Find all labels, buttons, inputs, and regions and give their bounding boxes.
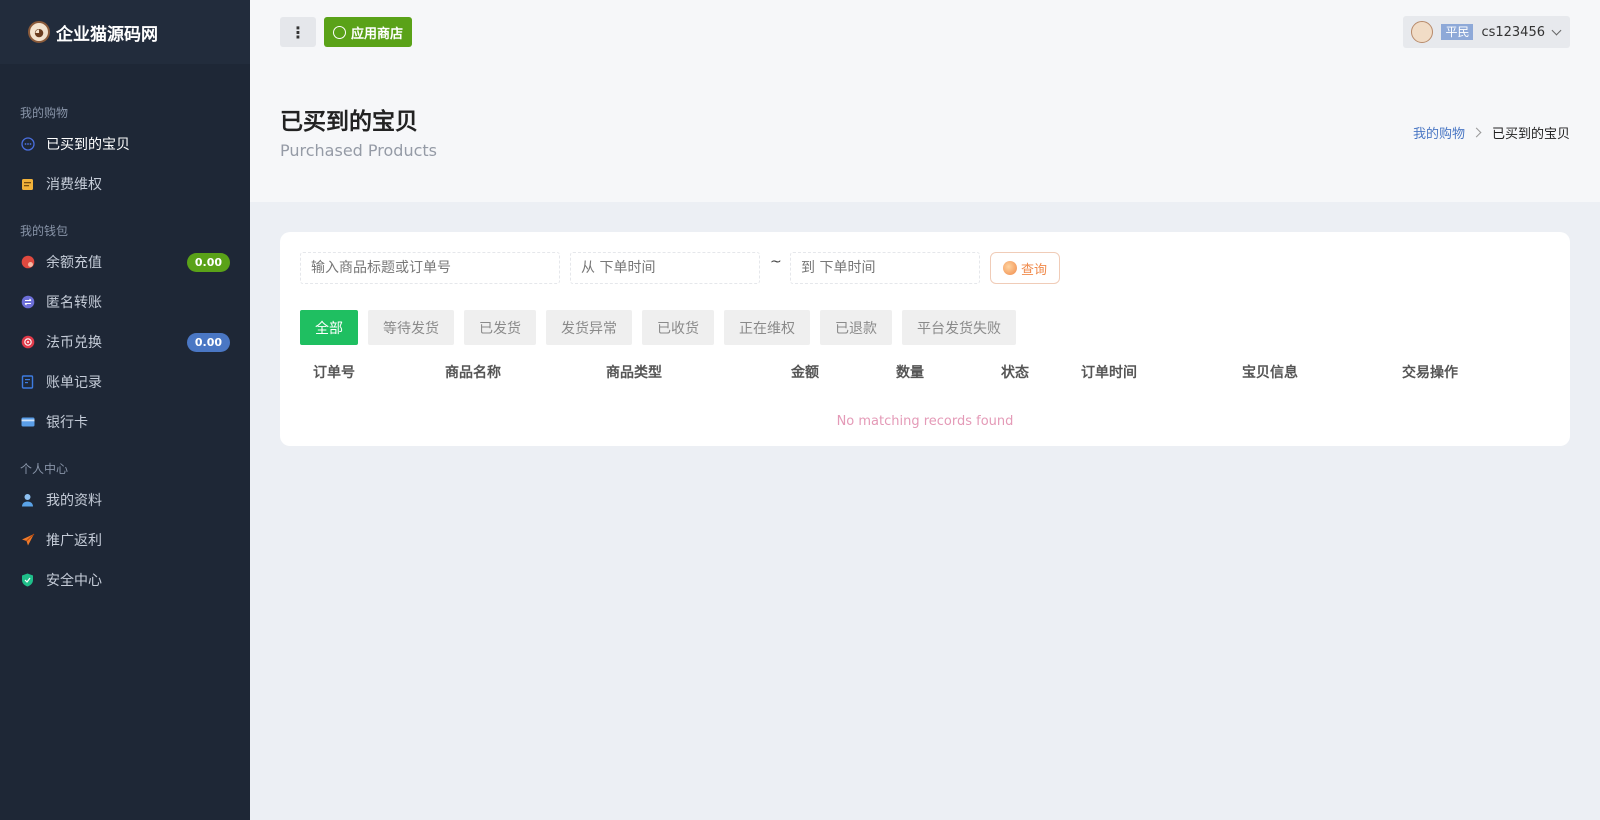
sidebar-item-label: 消费维权: [46, 177, 102, 193]
brand-name: 企业猫源码网: [56, 24, 158, 45]
nav-group-personal: 个人中心 我的资料 推广返利 安全中心: [0, 458, 250, 600]
sidebar-item-bank-card[interactable]: 银行卡: [0, 402, 250, 442]
sidebar-item-label: 已买到的宝贝: [46, 137, 130, 153]
recharge-icon: [20, 255, 35, 270]
bill-icon: [20, 375, 35, 390]
brand[interactable]: ◕ 企业猫源码网: [0, 0, 250, 64]
bank-card-icon: [20, 415, 35, 430]
username: cs123456: [1481, 24, 1545, 40]
date-range-separator: ~: [770, 254, 782, 270]
transfer-icon: [20, 295, 35, 310]
column-header[interactable]: 状态: [1001, 362, 1029, 382]
more-vertical-icon[interactable]: ⋮: [280, 17, 316, 47]
tab-received[interactable]: 已收货: [642, 310, 714, 345]
column-header[interactable]: 交易操作: [1402, 362, 1458, 382]
topbar: ⋮ 应用商店 平民 cs123456: [250, 0, 1600, 64]
page-title: 已买到的宝贝: [280, 109, 418, 135]
user-icon: [20, 493, 35, 508]
user-role-badge: 平民: [1441, 24, 1474, 40]
exchange-badge: 0.00: [186, 332, 230, 352]
sidebar-item-dispute[interactable]: 消费维权: [0, 164, 250, 204]
avatar: [1411, 21, 1434, 43]
sidebar-item-profile[interactable]: 我的资料: [0, 480, 250, 520]
search-input[interactable]: [300, 252, 560, 284]
balance-badge: 0.00: [186, 252, 230, 272]
column-header[interactable]: 宝贝信息: [1242, 362, 1298, 382]
breadcrumb-current: 已买到的宝贝: [1491, 127, 1570, 142]
nav-group-wallet: 我的钱包 余额充值 0.00 匿名转账 法币兑换 0.00 账单记录 银行卡: [0, 220, 250, 442]
nav-group-title: 个人中心: [20, 462, 69, 476]
page-header: 已买到的宝贝 Purchased Products 我的购物 已买到的宝贝: [250, 64, 1600, 202]
status-tabs: 全部 等待发货 已发货 发货异常 已收货 正在维权 已退款 平台发货失败: [300, 310, 1026, 345]
sidebar-item-security[interactable]: 安全中心: [0, 560, 250, 600]
column-header[interactable]: 订单时间: [1081, 362, 1137, 382]
sidebar-item-bills[interactable]: 账单记录: [0, 362, 250, 402]
sidebar-item-purchased[interactable]: 已买到的宝贝: [0, 124, 250, 164]
sidebar-item-label: 安全中心: [46, 573, 102, 589]
tab-in-dispute[interactable]: 正在维权: [724, 310, 810, 345]
tab-shipping-exception[interactable]: 发货异常: [546, 310, 632, 345]
column-header[interactable]: 金额: [791, 362, 819, 382]
column-header[interactable]: 商品类型: [606, 362, 662, 382]
shield-icon: [20, 573, 35, 588]
breadcrumb: 我的购物 已买到的宝贝: [1413, 123, 1570, 142]
sidebar: ◕ 企业猫源码网 我的购物 已买到的宝贝 消费维权 我的钱包 余额充值 0.00…: [0, 0, 250, 820]
sidebar-nav: 我的购物 已买到的宝贝 消费维权 我的钱包 余额充值 0.00 匿名转账 法币兑…: [0, 64, 250, 600]
tab-refunded[interactable]: 已退款: [820, 310, 892, 345]
page-subtitle: Purchased Products: [280, 141, 437, 160]
chevron-down-icon: [1551, 25, 1562, 35]
table-header: 订单号 商品名称 商品类型 金额 数量 状态 订单时间 宝贝信息 交易操作: [280, 362, 1570, 382]
column-header[interactable]: 数量: [896, 362, 924, 382]
column-header[interactable]: 订单号: [313, 362, 355, 382]
tab-platform-shipping-failed[interactable]: 平台发货失败: [902, 310, 1016, 345]
sidebar-item-label: 余额充值: [46, 255, 102, 271]
circle-dots-icon: [20, 137, 35, 152]
search-icon: [1002, 261, 1017, 275]
notepad-icon: [20, 177, 35, 192]
sidebar-item-label: 我的资料: [46, 493, 102, 509]
empty-state-text: No matching records found: [836, 414, 1014, 429]
orders-card: ~ 查询 全部 等待发货 已发货 发货异常 已收货 正在维权 已退款 平台发货失…: [280, 232, 1570, 446]
sidebar-item-exchange[interactable]: 法币兑换 0.00: [0, 322, 250, 362]
cat-logo-icon: ◕: [28, 21, 50, 43]
nav-group-shopping: 我的购物 已买到的宝贝 消费维权: [0, 102, 250, 204]
exchange-icon: [20, 335, 35, 350]
sidebar-item-transfer[interactable]: 匿名转账: [0, 282, 250, 322]
date-from-input[interactable]: [570, 252, 760, 284]
nav-group-title: 我的钱包: [20, 224, 69, 238]
tab-awaiting-shipment[interactable]: 等待发货: [368, 310, 454, 345]
sidebar-item-label: 匿名转账: [46, 295, 102, 311]
tab-shipped[interactable]: 已发货: [464, 310, 536, 345]
breadcrumb-parent-link[interactable]: 我的购物: [1413, 123, 1465, 142]
app-store-button[interactable]: 应用商店: [324, 17, 413, 47]
sidebar-item-referral[interactable]: 推广返利: [0, 520, 250, 560]
chevron-right-icon: [1471, 127, 1482, 138]
nav-group-title: 我的购物: [20, 106, 69, 120]
paper-plane-icon: [20, 533, 35, 548]
app-store-label: 应用商店: [351, 26, 404, 42]
sidebar-item-label: 银行卡: [46, 415, 88, 431]
user-menu[interactable]: 平民 cs123456: [1403, 16, 1570, 48]
query-button[interactable]: 查询: [990, 252, 1060, 284]
sidebar-item-label: 法币兑换: [46, 335, 102, 351]
sidebar-item-recharge[interactable]: 余额充值 0.00: [0, 242, 250, 282]
date-to-input[interactable]: [790, 252, 980, 284]
app-store-icon: [333, 25, 346, 39]
query-label: 查询: [1020, 262, 1047, 278]
sidebar-item-label: 推广返利: [46, 533, 102, 549]
sidebar-item-label: 账单记录: [46, 375, 102, 391]
tab-all[interactable]: 全部: [300, 310, 358, 345]
column-header[interactable]: 商品名称: [445, 362, 501, 382]
